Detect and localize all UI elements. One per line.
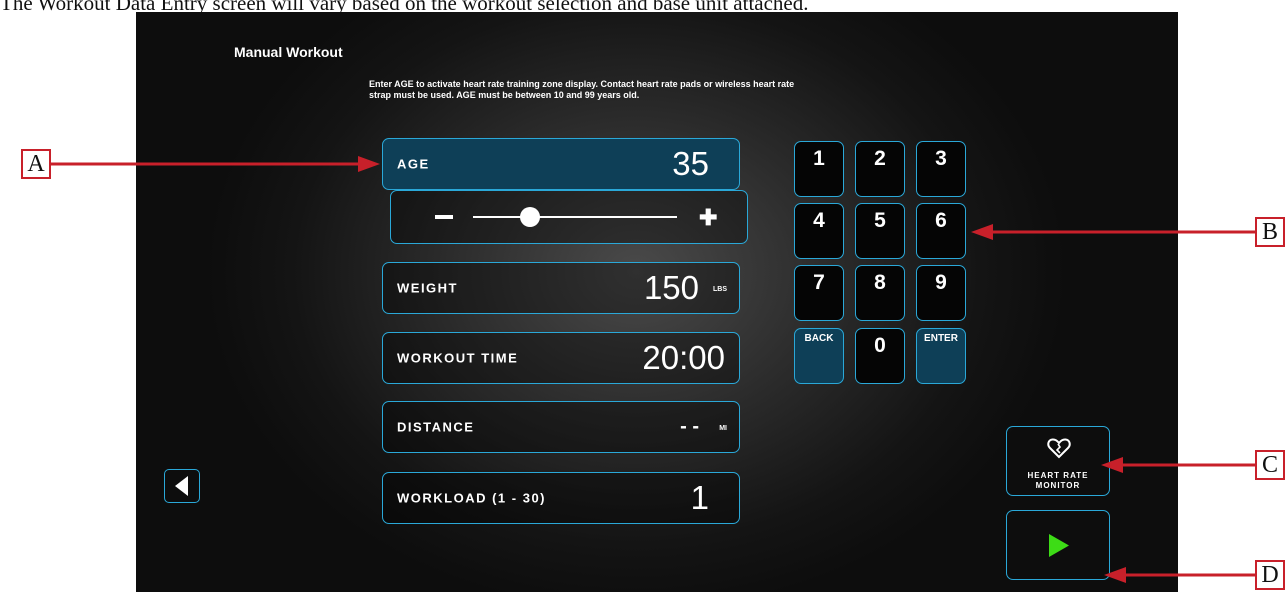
callout-b: B: [1255, 217, 1285, 247]
arrow-a-head: [358, 156, 380, 172]
callout-a: A: [21, 149, 51, 179]
callout-d: D: [1255, 560, 1285, 590]
arrow-c-head: [1101, 457, 1123, 473]
arrow-d-head: [1104, 567, 1126, 583]
callout-arrows: [51, 156, 1255, 583]
callout-c: C: [1255, 450, 1285, 480]
arrow-b-head: [971, 224, 993, 240]
